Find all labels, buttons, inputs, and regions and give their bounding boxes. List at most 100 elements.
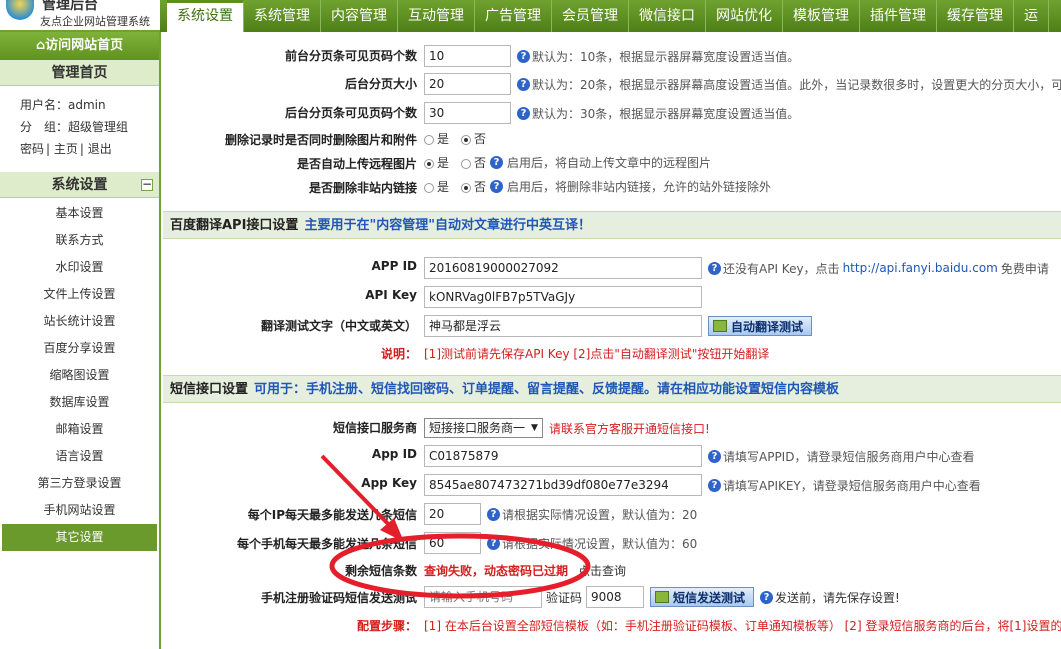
auto-translate-label: 自动翻译测试 xyxy=(731,319,804,334)
nav-tab[interactable]: 微信接口 xyxy=(629,0,706,32)
username-value: admin xyxy=(68,98,106,112)
yes-label: 是 xyxy=(437,156,450,170)
back-pages-input[interactable]: 30 xyxy=(424,102,511,124)
sms-appid-input[interactable]: C01875879 xyxy=(424,445,702,467)
upload-no-radio[interactable] xyxy=(461,158,472,169)
phone-number-input[interactable] xyxy=(424,586,542,608)
sms-mobile-limit-input[interactable]: 60 xyxy=(424,532,481,554)
sidebar-item[interactable]: 联系方式 xyxy=(0,227,159,254)
sms-send-test-button[interactable]: 短信发送测试 xyxy=(650,587,755,607)
baidu-note-label: 说明： xyxy=(380,347,417,361)
collapse-icon[interactable]: − xyxy=(141,178,153,191)
baidu-appid-label: APP ID xyxy=(371,259,417,273)
sms-appkey-input[interactable]: 8545ae807473271bd39df080e77e3294 xyxy=(424,474,702,496)
sidebar-item[interactable]: 基本设置 xyxy=(0,200,159,227)
yes-label: 是 xyxy=(437,180,450,194)
delete-links-row: 是否删除非站内链接 是 否? 启用后，将删除非站内链接，允许的站外链接除外 xyxy=(163,175,1061,199)
baidu-test-row: 翻译测试文字（中文或英文） 神马都是浮云 自动翻译测试 xyxy=(163,312,1061,341)
delete-no-radio[interactable] xyxy=(461,134,472,145)
baidu-section-note: 主要用于在"内容管理"自动对文章进行中英互译！ xyxy=(304,218,591,233)
sidebar-item[interactable]: 语言设置 xyxy=(0,443,159,470)
nav-tab[interactable]: 广告管理 xyxy=(475,0,552,32)
nav-tab[interactable]: 网站优化 xyxy=(706,0,783,32)
sidebar-menu: 基本设置 联系方式 水印设置 文件上传设置 站长统计设置 百度分享设置 缩略图设置 数据库设置… xyxy=(0,198,159,551)
sms-appkey-row: App Key 8545ae807473271bd39df080e77e3294… xyxy=(163,471,1061,500)
sms-appid-row: App ID C01875879? 请填写APPID，请登录短信服务商用户中心查看 xyxy=(163,442,1061,471)
sms-provider-row: 短信接口服务商 短接接口服务商一 ▼ 请联系官方客服开通短信接口! xyxy=(163,414,1061,443)
back-pages-row: 后台分页条可见页码个数 30? 默认为：30条，根据显示器屏幕宽度设置适当值。 xyxy=(163,99,1061,128)
delete-yes-radio[interactable] xyxy=(424,134,434,145)
sidebar-item[interactable]: 水印设置 xyxy=(0,254,159,281)
nav-tab[interactable]: 互动管理 xyxy=(398,0,475,32)
sidebar-item[interactable]: 文件上传设置 xyxy=(0,281,159,308)
upload-yes-radio[interactable] xyxy=(424,158,434,169)
sidebar-section-title: 系统设置 xyxy=(51,177,108,193)
chevron-down-icon: ▼ xyxy=(531,423,538,433)
nav-tab[interactable]: 系统管理 xyxy=(244,0,321,32)
sms-verify-label: 手机注册验证码短信发送测试 xyxy=(260,591,417,605)
sms-provider-value: 短接接口服务商一 xyxy=(429,421,526,435)
sms-provider-select[interactable]: 短接接口服务商一 ▼ xyxy=(424,418,543,438)
back-pages-label: 后台分页条可见页码个数 xyxy=(284,106,417,120)
no-label: 否 xyxy=(474,180,487,194)
visit-site-link[interactable]: ⌂访问网站首页 xyxy=(0,32,159,60)
password-link[interactable]: 密码 xyxy=(20,142,44,156)
back-pages-tip: 默认为：30条，根据显示器屏幕宽度设置适当值。 xyxy=(532,106,800,121)
delete-attachments-row: 删除记录时是否同时删除图片和附件 是 否 xyxy=(163,127,1061,151)
sidebar-item[interactable]: 缩略图设置 xyxy=(0,362,159,389)
sidebar-item[interactable]: 第三方登录设置 xyxy=(0,470,159,497)
front-pages-row: 前台分页条可见页码个数 10? 默认为：10条，根据显示器屏幕宽度设置适当值。 xyxy=(163,42,1061,71)
visit-site-label: 访问网站首页 xyxy=(45,38,124,53)
query-link[interactable]: 点击查询 xyxy=(578,562,626,579)
sidebar-section-system-settings[interactable]: 系统设置 − xyxy=(0,172,159,198)
sidebar-item[interactable]: 其它设置 xyxy=(2,524,157,551)
baidu-note-text: [1]测试前请先保存API Key [2]点击"自动翻译测试"按钮开始翻译 xyxy=(424,347,770,361)
sms-ip-limit-input[interactable]: 20 xyxy=(424,503,481,525)
sms-appid-tip: 请填写APPID，请登录短信服务商用户中心查看 xyxy=(723,449,975,464)
baidu-test-input[interactable]: 神马都是浮云 xyxy=(424,315,702,337)
links-yes-radio[interactable] xyxy=(424,182,434,193)
username-label: 用户名： xyxy=(20,98,69,112)
sidebar-item[interactable]: 手机网站设置 xyxy=(0,497,159,524)
no-label: 否 xyxy=(474,132,487,146)
baidu-appid-input[interactable]: 20160819000027092 xyxy=(424,257,702,279)
nav-tab[interactable]: 内容管理 xyxy=(321,0,398,32)
sms-ip-limit-label: 每个IP每天最多能发送几条短信 xyxy=(247,508,417,522)
front-pages-input[interactable]: 10 xyxy=(424,45,511,67)
sms-provider-tip: 请联系官方客服开通短信接口! xyxy=(548,421,710,436)
upload-remote-row: 是否自动上传远程图片 是 否? 启用后，将自动上传文章中的远程图片 xyxy=(163,151,1061,175)
delete-attachments-label: 删除记录时是否同时删除图片和附件 xyxy=(224,133,417,147)
help-icon: ? xyxy=(490,180,504,193)
sms-section-title: 短信接口设置 xyxy=(170,382,249,397)
sidebar-item[interactable]: 站长统计设置 xyxy=(0,308,159,335)
baidu-apikey-input[interactable]: kONRVag0lFB7p5TVaGJy xyxy=(424,286,702,308)
sms-send-tip: 发送前，请先保存设置! xyxy=(775,590,900,605)
sidebar-item[interactable]: 数据库设置 xyxy=(0,389,159,416)
nav-tab[interactable]: 运 xyxy=(1014,0,1049,32)
auto-translate-button[interactable]: 自动翻译测试 xyxy=(708,316,813,336)
nav-tab[interactable]: 系统设置 xyxy=(167,0,244,32)
links-no-radio[interactable] xyxy=(461,182,472,193)
baidu-appid-row: APP ID 20160819000027092? 还没有API Key，点击 ht… xyxy=(163,254,1061,283)
delete-links-label: 是否删除非站内链接 xyxy=(308,181,417,195)
logo-title: 管理后台 xyxy=(42,0,98,13)
sidebar-item[interactable]: 百度分享设置 xyxy=(0,335,159,362)
baidu-api-link[interactable]: http://api.fanyi.baidu.com xyxy=(843,261,998,275)
sms-verify-row: 手机注册验证码短信发送测试 验证码9008 短信发送测试?发送前，请先保存设置! xyxy=(163,583,1061,612)
code-input[interactable]: 9008 xyxy=(586,586,645,608)
sidebar-item[interactable]: 邮箱设置 xyxy=(0,416,159,443)
nav-tab[interactable]: 模板管理 xyxy=(783,0,860,32)
user-info: 用户名：admin 分 组：超级管理组 密码 | 主页 | 退出 xyxy=(0,86,159,160)
sms-appkey-label: App Key xyxy=(361,476,417,490)
logout-link[interactable]: 退出 xyxy=(88,142,112,156)
nav-tab[interactable]: 缓存管理 xyxy=(937,0,1014,32)
homepage-link[interactable]: 主页 xyxy=(54,142,78,156)
help-icon: ? xyxy=(760,590,774,604)
admin-home-link[interactable]: 管理首页 xyxy=(0,60,159,86)
nav-tab[interactable]: 会员管理 xyxy=(552,0,629,32)
send-icon xyxy=(655,591,670,603)
baidu-apikey-row: API Key kONRVag0lFB7p5TVaGJy xyxy=(163,283,1061,312)
sms-mobile-limit-label: 每个手机每天最多能发送几条短信 xyxy=(236,537,417,551)
back-size-input[interactable]: 20 xyxy=(424,73,511,95)
nav-tab[interactable]: 插件管理 xyxy=(860,0,937,32)
